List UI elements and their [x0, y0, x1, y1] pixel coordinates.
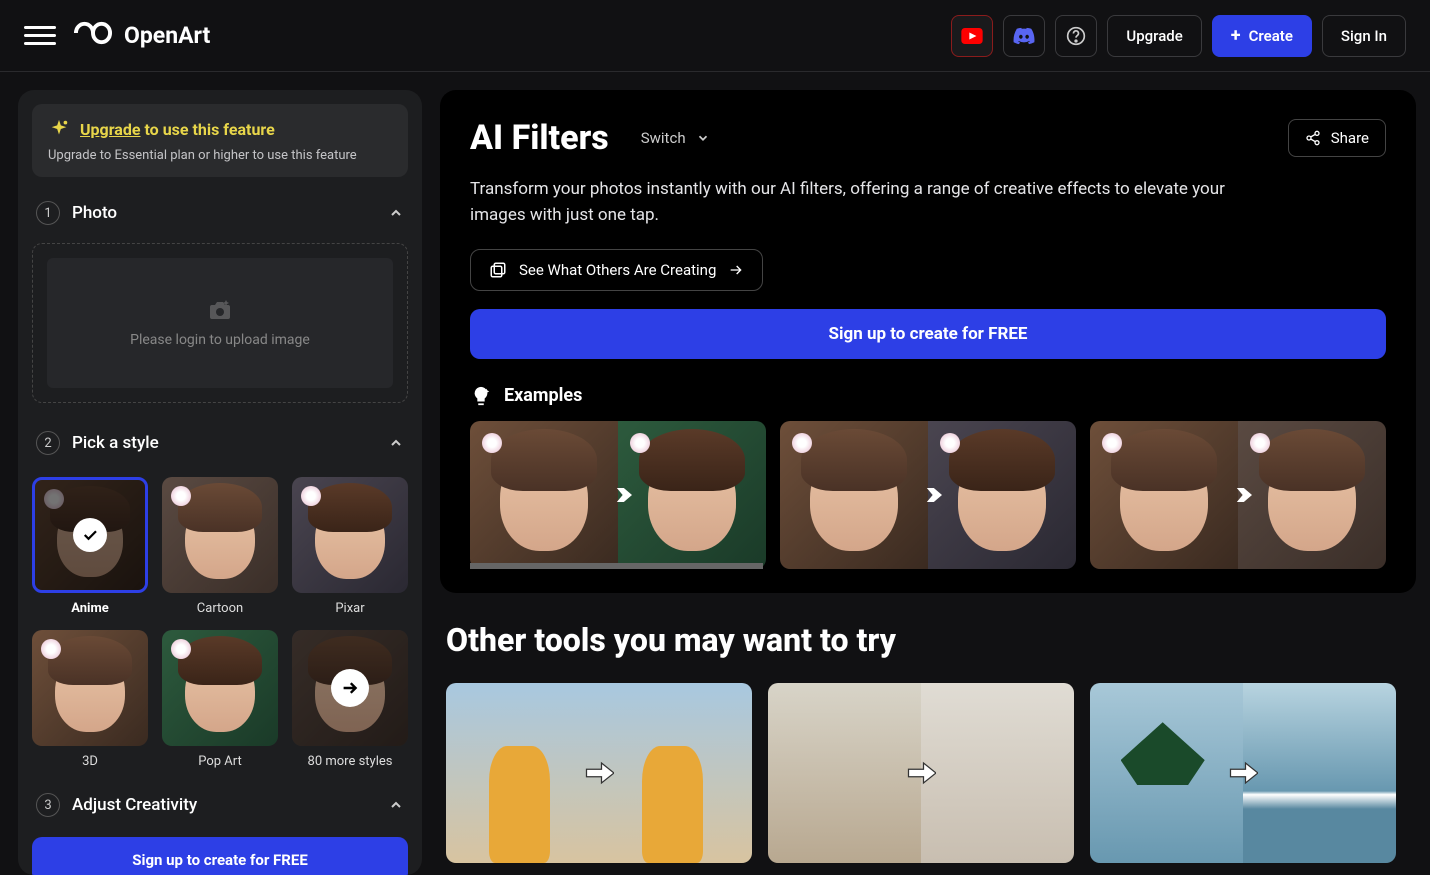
discord-button[interactable]: [1003, 15, 1045, 57]
style-label: Pop Art: [198, 754, 242, 769]
hero-signup-button[interactable]: Sign up to create for FREE: [470, 309, 1386, 359]
upgrade-button[interactable]: Upgrade: [1107, 15, 1201, 57]
upload-area[interactable]: Please login to upload image: [32, 243, 408, 403]
sidebar: Upgrade to use this feature Upgrade to E…: [18, 90, 422, 875]
arrow-right-icon: [728, 263, 744, 277]
style-pixar[interactable]: Pixar: [292, 477, 408, 616]
example-3[interactable]: [1090, 421, 1386, 569]
arrow-right-icon: [340, 680, 360, 696]
style-3d[interactable]: 3D: [32, 630, 148, 769]
help-icon: [1066, 26, 1086, 46]
step-title: Pick a style: [72, 433, 159, 453]
arrow-right-icon: [906, 760, 936, 786]
style-label: Pixar: [335, 601, 364, 616]
arrow-right-icon: [604, 483, 632, 507]
logo[interactable]: OpenArt: [72, 19, 210, 53]
arrow-right-icon: [1228, 760, 1258, 786]
upgrade-link[interactable]: Upgrade: [80, 120, 141, 139]
scrollbar-thumb[interactable]: [470, 563, 763, 569]
upload-text: Please login to upload image: [130, 332, 310, 348]
discord-icon: [1013, 27, 1035, 45]
upgrade-subtitle: Upgrade to Essential plan or higher to u…: [48, 148, 392, 163]
plus-icon: +: [1231, 25, 1241, 46]
chevron-up-icon: [388, 797, 404, 813]
help-button[interactable]: [1055, 15, 1097, 57]
step-title: Adjust Creativity: [72, 795, 197, 815]
step-number: 2: [36, 431, 60, 455]
style-label: 80 more styles: [308, 754, 393, 769]
example-2[interactable]: [780, 421, 1076, 569]
lightbulb-icon: [470, 385, 492, 407]
page-title: AI Filters: [470, 118, 609, 158]
camera-icon: [208, 298, 232, 322]
style-label: Anime: [71, 601, 109, 616]
step-creativity-header[interactable]: 3 Adjust Creativity: [32, 785, 408, 825]
style-label: Cartoon: [197, 601, 243, 616]
examples-title: Examples: [504, 385, 582, 406]
brand-name: OpenArt: [124, 22, 210, 49]
style-cartoon[interactable]: Cartoon: [162, 477, 278, 616]
arrow-right-icon: [584, 760, 614, 786]
content: AI Filters Switch Share Transform your p…: [440, 90, 1416, 875]
youtube-icon: [961, 28, 983, 44]
step-photo-header[interactable]: 1 Photo: [32, 193, 408, 233]
sparkle-icon: [48, 118, 70, 140]
hero-description: Transform your photos instantly with our…: [470, 176, 1250, 229]
chevron-up-icon: [388, 435, 404, 451]
arrow-right-icon: [1224, 483, 1252, 507]
style-label: 3D: [82, 754, 98, 769]
step-title: Photo: [72, 203, 117, 223]
logo-icon: [72, 19, 114, 53]
chevron-down-icon: [696, 131, 710, 145]
check-icon: [81, 526, 99, 544]
step-number: 3: [36, 793, 60, 817]
tool-card-1[interactable]: [446, 683, 752, 863]
style-anime[interactable]: Anime: [32, 477, 148, 616]
style-popart[interactable]: Pop Art: [162, 630, 278, 769]
step-style-header[interactable]: 2 Pick a style: [32, 423, 408, 463]
style-more[interactable]: 80 more styles: [292, 630, 408, 769]
hero: AI Filters Switch Share Transform your p…: [440, 90, 1416, 593]
arrow-right-icon: [914, 483, 942, 507]
youtube-button[interactable]: [951, 15, 993, 57]
gallery-icon: [489, 261, 507, 279]
sidebar-signup-button[interactable]: Sign up to create for FREE: [32, 837, 408, 875]
styles-grid: Anime Cartoon Pixar 3D Pop Art 80 more s…: [32, 477, 408, 769]
signin-button[interactable]: Sign In: [1322, 15, 1406, 57]
chevron-up-icon: [388, 205, 404, 221]
tool-card-3[interactable]: [1090, 683, 1396, 863]
menu-button[interactable]: [24, 20, 56, 52]
upgrade-banner[interactable]: Upgrade to use this feature Upgrade to E…: [32, 104, 408, 177]
share-icon: [1305, 130, 1321, 146]
other-tools-title: Other tools you may want to try: [446, 621, 1416, 659]
create-button[interactable]: + Create: [1212, 15, 1312, 57]
step-number: 1: [36, 201, 60, 225]
share-button[interactable]: Share: [1288, 119, 1386, 157]
tool-card-2[interactable]: [768, 683, 1074, 863]
switch-dropdown[interactable]: Switch: [641, 129, 710, 147]
see-others-button[interactable]: See What Others Are Creating: [470, 249, 763, 291]
examples-row[interactable]: [470, 421, 1386, 569]
tools-row: [440, 683, 1416, 863]
example-1[interactable]: [470, 421, 766, 569]
